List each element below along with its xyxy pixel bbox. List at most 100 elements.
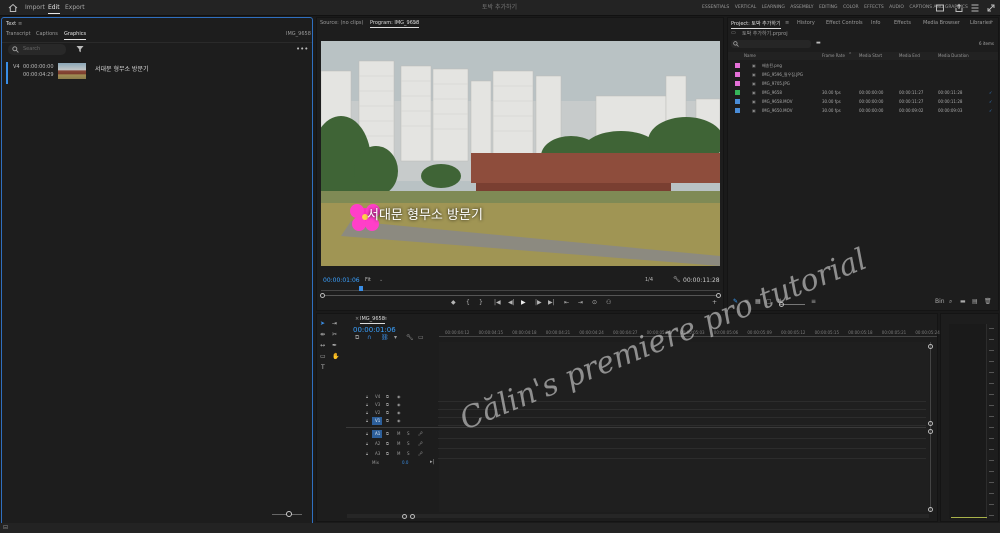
label-color-swatch[interactable] <box>735 81 740 86</box>
label-color-swatch[interactable] <box>735 72 740 77</box>
thumbnail-slider-handle[interactable] <box>779 302 784 307</box>
tab-libraries[interactable]: Libraries <box>970 20 992 26</box>
tab-sequence[interactable]: IMG_9658 <box>360 316 385 324</box>
workspace-tab[interactable]: LEARNING <box>762 5 785 10</box>
track-header-v1[interactable]: 🔒︎ V1 ⧉ ◉ <box>346 417 438 426</box>
sort-ascending-icon[interactable]: ⌃ <box>848 52 852 58</box>
lock-icon[interactable]: 🔒︎ <box>366 431 368 436</box>
type-tool-icon[interactable]: T <box>321 364 325 371</box>
mute-button[interactable]: M <box>397 441 400 446</box>
add-marker-icon[interactable]: ▾ <box>394 334 397 341</box>
lock-icon[interactable]: 🔒︎ <box>366 394 368 399</box>
list-view-icon[interactable]: ≡ <box>744 298 749 305</box>
col-media-duration[interactable]: Media Duration <box>938 53 969 58</box>
video-audio-divider[interactable] <box>346 427 926 428</box>
scroll-handle-mid[interactable] <box>928 421 933 426</box>
overflow-icon[interactable]: » <box>990 19 993 25</box>
track-name[interactable]: V3 <box>375 402 380 407</box>
project-item-row[interactable]: ▣ IMG_9650.MOV 30.00 fps 00:00:00:00 00:00:0… <box>728 107 996 116</box>
project-item-row[interactable]: ▣ IMG_9658 30.00 fps 00:00:00:00 00:00:11:27… <box>728 89 996 98</box>
lock-icon[interactable]: 🔒︎ <box>366 402 368 407</box>
timeline-timecode[interactable]: 00:00:01:06 <box>353 326 396 334</box>
sync-lock-icon[interactable]: ⧉ <box>386 402 389 407</box>
step-forward-button[interactable]: |▶ <box>535 299 542 306</box>
nav-import[interactable]: Import <box>25 0 45 16</box>
sync-lock-icon[interactable]: ⧉ <box>386 441 389 446</box>
microphone-icon[interactable]: 🎤︎ <box>418 431 423 436</box>
solo-button[interactable]: S <box>407 441 410 446</box>
tab-transcript[interactable]: Transcript <box>6 31 31 37</box>
playhead-marker[interactable] <box>359 286 363 291</box>
workspace-tab[interactable]: COLOR <box>843 5 859 10</box>
track-header-a1[interactable]: 🔒︎ A1 ⧉ M S 🎤︎ <box>346 430 438 439</box>
tab-effects[interactable]: Effects <box>894 20 911 26</box>
new-bin-footer-icon[interactable]: Bin <box>935 298 945 305</box>
solo-button[interactable]: S <box>407 431 410 436</box>
close-icon[interactable]: × <box>355 316 359 322</box>
go-to-out-button[interactable]: ▶| <box>548 299 555 306</box>
col-frame-rate[interactable]: Frame Rate <box>822 53 845 58</box>
nest-icon[interactable]: ⧉ <box>355 334 359 342</box>
hscroll-handle-right[interactable] <box>410 514 415 519</box>
snap-icon[interactable]: ∩ <box>367 334 371 341</box>
project-item-row[interactable]: ▣ IMG_9705.JPG <box>728 80 996 89</box>
freeform-view-icon[interactable]: ▢ <box>766 298 772 305</box>
project-item-row[interactable]: ▣ 배송된.png <box>728 62 996 71</box>
label-color-swatch[interactable] <box>735 108 740 113</box>
panel-menu-icon[interactable]: ≡ <box>18 21 22 27</box>
tab-effect-controls[interactable]: Effect Controls <box>826 20 863 26</box>
quality-dropdown[interactable]: 1/4 <box>645 277 653 283</box>
track-name[interactable]: V2 <box>375 410 380 415</box>
mute-button[interactable]: M <box>397 431 400 436</box>
mute-button[interactable]: M <box>397 451 400 456</box>
track-name[interactable]: V1 <box>375 418 380 423</box>
step-back-button[interactable]: ◀| <box>508 299 515 306</box>
panel-menu-icon[interactable]: ≡ <box>785 20 789 26</box>
project-item-row[interactable]: ▣ IMG_9658.MOV 30.00 fps 00:00:00:00 00:00:1… <box>728 98 996 107</box>
new-bin-icon[interactable]: ▬ <box>816 40 821 46</box>
hand-tool-icon[interactable]: ✋ <box>332 353 339 360</box>
selection-tool-icon[interactable]: ➤ <box>320 320 325 327</box>
fullscreen-icon[interactable] <box>986 3 996 13</box>
sync-lock-icon[interactable]: ⧉ <box>386 410 389 415</box>
track-select-tool-icon[interactable]: ⇥ <box>332 320 337 327</box>
sync-lock-icon[interactable]: ⧉ <box>386 451 389 456</box>
track-name[interactable]: V4 <box>375 394 380 399</box>
delete-icon[interactable]: 🗑︎ <box>984 298 992 305</box>
write-icon[interactable]: ✎ <box>733 298 738 305</box>
zoom-bar[interactable] <box>321 295 720 296</box>
scroll-handle-bottom[interactable] <box>928 507 933 512</box>
chevron-down-icon[interactable]: ⌄ <box>379 277 383 283</box>
new-item-icon[interactable]: ▤ <box>972 298 978 305</box>
mark-in-button[interactable]: { <box>466 299 470 306</box>
workspace-tab[interactable]: EDITING <box>819 5 838 10</box>
vertical-scrollbar[interactable] <box>930 342 931 512</box>
automate-icon[interactable]: ≡ <box>811 298 816 305</box>
project-item-row[interactable]: ▣ IMG_9596_필우집.JPG <box>728 71 996 80</box>
graphics-list-item[interactable]: V4 00:00:00:00 00:00:04:29 서대문 형무소 방문기 <box>6 61 311 85</box>
tab-history[interactable]: History <box>797 20 815 26</box>
col-media-start[interactable]: Media Start <box>859 53 882 58</box>
folder-footer-icon[interactable]: ▬ <box>960 298 966 305</box>
go-to-end-icon[interactable]: ▸| <box>430 459 434 465</box>
settings-wrench-icon[interactable]: 🔧︎ <box>406 334 414 341</box>
mix-value[interactable]: 0.0 <box>402 460 408 465</box>
status-icon[interactable]: ⊟ <box>3 524 8 531</box>
nav-export[interactable]: Export <box>65 0 85 16</box>
linked-selection-icon[interactable]: ⛓︎ <box>381 334 389 341</box>
hscroll-handle-left[interactable] <box>402 514 407 519</box>
track-name[interactable]: A3 <box>375 451 380 456</box>
track-name[interactable]: A1 <box>375 431 380 436</box>
icon-view-icon[interactable]: ▦ <box>755 298 761 305</box>
tab-project[interactable]: Project: 토박 추가하기 <box>731 20 781 29</box>
workspace-tab[interactable]: VERTICAL <box>735 5 757 10</box>
rectangle-tool-icon[interactable]: ▭ <box>320 353 326 360</box>
slip-tool-icon[interactable]: ↔ <box>320 342 325 349</box>
tab-source[interactable]: Source: (no clips) <box>320 20 363 26</box>
tab-graphics[interactable]: Graphics <box>64 31 87 40</box>
filter-icon[interactable] <box>76 45 84 53</box>
eye-icon[interactable]: ◉ <box>397 402 401 407</box>
horizontal-scrollbar[interactable] <box>347 514 929 518</box>
mark-out-button[interactable]: } <box>479 299 483 306</box>
sync-lock-icon[interactable]: ⧉ <box>386 394 389 399</box>
